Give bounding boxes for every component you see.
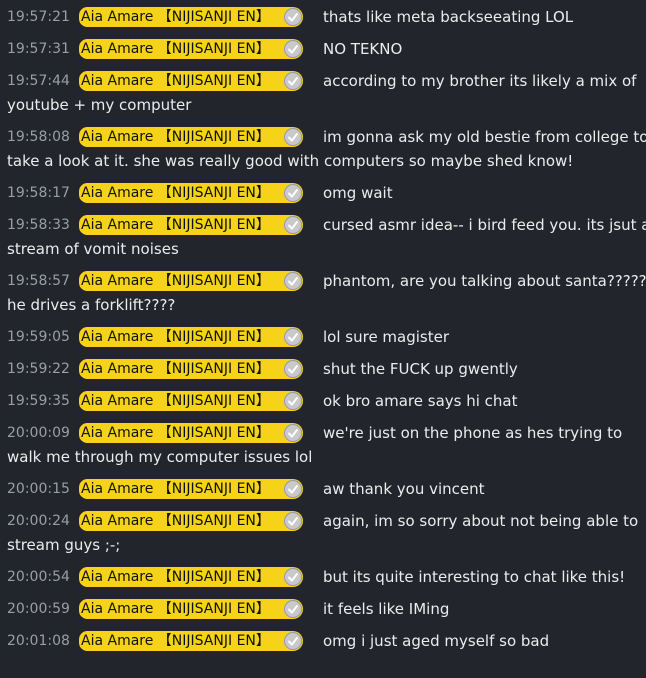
author-badge[interactable]: Aia Amare 【NIJISANJI EN】	[79, 511, 303, 531]
author-name: Aia Amare 【NIJISANJI EN】	[81, 217, 270, 233]
author-badge[interactable]: Aia Amare 【NIJISANJI EN】	[79, 479, 303, 499]
author-badge[interactable]: Aia Amare 【NIJISANJI EN】	[79, 359, 303, 379]
message-timestamp: 19:59:05	[7, 329, 70, 345]
author-name: Aia Amare 【NIJISANJI EN】	[81, 185, 270, 201]
message-text: omg i just aged myself so bad	[323, 632, 550, 650]
verified-check-icon	[284, 328, 302, 346]
verified-check-icon	[284, 128, 302, 146]
verified-check-icon	[284, 632, 302, 650]
author-name: Aia Amare 【NIJISANJI EN】	[81, 569, 270, 585]
message-text: omg wait	[323, 184, 393, 202]
message-timestamp: 19:58:57	[7, 273, 70, 289]
message-text: im gonna ask my old bestie from college …	[323, 128, 646, 146]
verified-check-icon	[284, 600, 302, 618]
message-timestamp: 20:00:59	[7, 601, 70, 617]
verified-check-icon	[284, 568, 302, 586]
author-badge[interactable]: Aia Amare 【NIJISANJI EN】	[79, 71, 303, 91]
message-timestamp: 20:00:24	[7, 513, 70, 529]
message-text: shut the FUCK up gwently	[323, 360, 518, 378]
message-text: according to my brother its likely a mix…	[323, 72, 637, 90]
message-timestamp: 19:57:44	[7, 73, 70, 89]
author-badge[interactable]: Aia Amare 【NIJISANJI EN】	[79, 391, 303, 411]
author-name: Aia Amare 【NIJISANJI EN】	[81, 361, 270, 377]
author-badge[interactable]: Aia Amare 【NIJISANJI EN】	[79, 183, 303, 203]
author-name: Aia Amare 【NIJISANJI EN】	[81, 9, 270, 25]
author-badge[interactable]: Aia Amare 【NIJISANJI EN】	[79, 7, 303, 27]
message-timestamp: 19:58:08	[7, 129, 70, 145]
author-name: Aia Amare 【NIJISANJI EN】	[81, 481, 270, 497]
message-timestamp: 20:00:09	[7, 425, 70, 441]
message-text: but its quite interesting to chat like t…	[323, 568, 626, 586]
message-timestamp: 19:58:17	[7, 185, 70, 201]
author-name: Aia Amare 【NIJISANJI EN】	[81, 41, 270, 57]
verified-check-icon	[284, 512, 302, 530]
message-text: phantom, are you talking about santa????…	[323, 272, 646, 290]
message-text-continued: take a look at it. she was really good w…	[7, 152, 574, 170]
verified-check-icon	[284, 40, 302, 58]
message-text: again, im so sorry about not being able …	[323, 512, 639, 530]
verified-check-icon	[284, 424, 302, 442]
message-timestamp: 19:59:22	[7, 361, 70, 377]
verified-check-icon	[284, 480, 302, 498]
author-name: Aia Amare 【NIJISANJI EN】	[81, 273, 270, 289]
author-name: Aia Amare 【NIJISANJI EN】	[81, 633, 270, 649]
author-badge[interactable]: Aia Amare 【NIJISANJI EN】	[79, 423, 303, 443]
author-badge[interactable]: Aia Amare 【NIJISANJI EN】	[79, 599, 303, 619]
author-name: Aia Amare 【NIJISANJI EN】	[81, 129, 270, 145]
author-badge[interactable]: Aia Amare 【NIJISANJI EN】	[79, 327, 303, 347]
author-badge[interactable]: Aia Amare 【NIJISANJI EN】	[79, 271, 303, 291]
message-text-continued: stream guys ;-;	[7, 536, 121, 554]
message-timestamp: 19:57:21	[7, 9, 70, 25]
verified-check-icon	[284, 216, 302, 234]
author-badge[interactable]: Aia Amare 【NIJISANJI EN】	[79, 39, 303, 59]
message-text: lol sure magister	[323, 328, 450, 346]
message-timestamp: 19:59:35	[7, 393, 70, 409]
message-text-continued: stream of vomit noises	[7, 240, 179, 258]
chat-log: 19:57:21 Aia Amare 【NIJISANJI EN】 thats …	[0, 0, 646, 678]
message-timestamp: 19:58:33	[7, 217, 70, 233]
message-text: we're just on the phone as hes trying to	[323, 424, 623, 442]
author-name: Aia Amare 【NIJISANJI EN】	[81, 73, 270, 89]
author-name: Aia Amare 【NIJISANJI EN】	[81, 601, 270, 617]
verified-check-icon	[284, 184, 302, 202]
message-text-continued: walk me through my computer issues lol	[7, 448, 313, 466]
message-text: NO TEKNO	[323, 40, 403, 58]
verified-check-icon	[284, 8, 302, 26]
author-name: Aia Amare 【NIJISANJI EN】	[81, 425, 270, 441]
message-text: aw thank you vincent	[323, 480, 485, 498]
verified-check-icon	[284, 392, 302, 410]
verified-check-icon	[284, 272, 302, 290]
message-text: it feels like IMing	[323, 600, 450, 618]
author-name: Aia Amare 【NIJISANJI EN】	[81, 329, 270, 345]
message-timestamp: 19:57:31	[7, 41, 70, 57]
author-badge[interactable]: Aia Amare 【NIJISANJI EN】	[79, 127, 303, 147]
author-badge[interactable]: Aia Amare 【NIJISANJI EN】	[79, 567, 303, 587]
message-text-continued: he drives a forklift????	[7, 296, 176, 314]
author-badge[interactable]: Aia Amare 【NIJISANJI EN】	[79, 631, 303, 651]
message-timestamp: 20:00:15	[7, 481, 70, 497]
message-text: ok bro amare says hi chat	[323, 392, 518, 410]
verified-check-icon	[284, 360, 302, 378]
author-name: Aia Amare 【NIJISANJI EN】	[81, 393, 270, 409]
message-timestamp: 20:00:54	[7, 569, 70, 585]
message-text: thats like meta backseeating LOL	[323, 8, 574, 26]
message-timestamp: 20:01:08	[7, 633, 70, 649]
message-text: cursed asmr idea-- i bird feed you. its …	[323, 216, 646, 234]
message-text-continued: youtube + my computer	[7, 96, 192, 114]
verified-check-icon	[284, 72, 302, 90]
author-badge[interactable]: Aia Amare 【NIJISANJI EN】	[79, 215, 303, 235]
author-name: Aia Amare 【NIJISANJI EN】	[81, 513, 270, 529]
